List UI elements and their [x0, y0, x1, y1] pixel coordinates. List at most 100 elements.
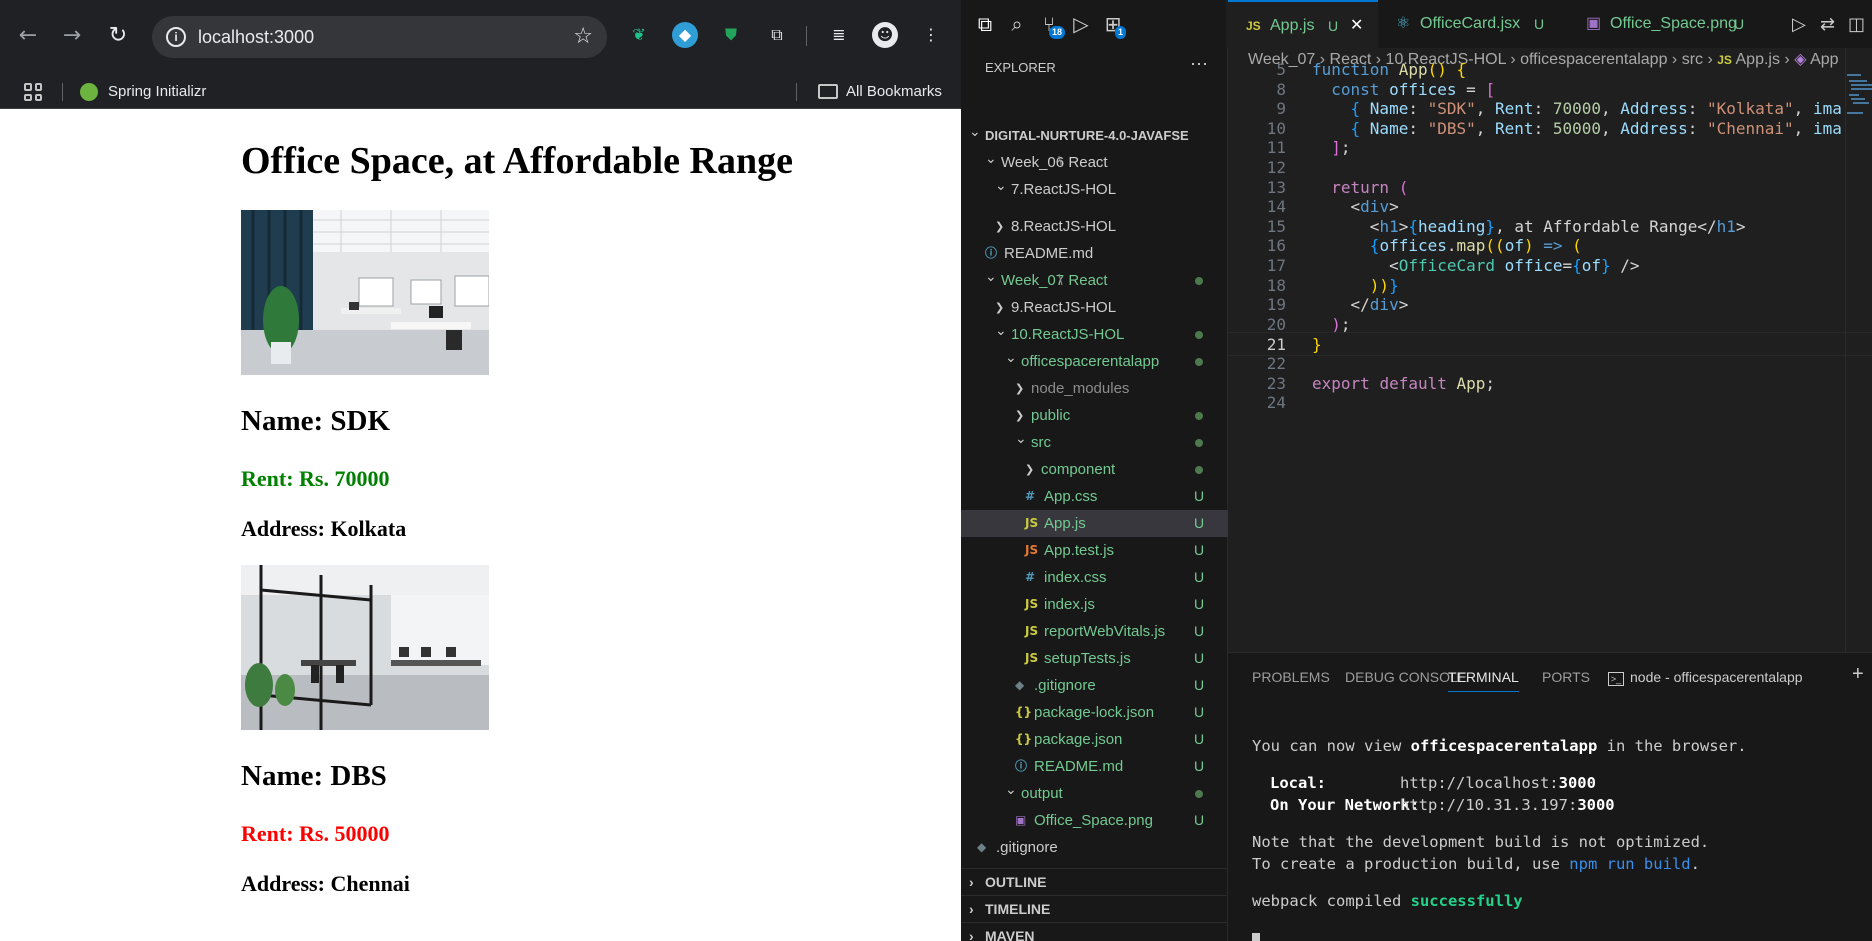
minimap[interactable] [1845, 72, 1872, 132]
tree-folder[interactable]: ⌄ DIGITAL-NURTURE-4.0-JAVAFSE [961, 122, 1228, 149]
tree-file[interactable]: {} package-lock.json U [961, 699, 1228, 726]
tree-folder[interactable]: ❯ public [961, 402, 1228, 429]
tree-folder[interactable]: ❯ node_modules [961, 375, 1228, 402]
media-control-icon[interactable]: ≣ [826, 22, 852, 48]
office-name: Name: DBS [241, 760, 387, 792]
tree-label: App.js [1044, 515, 1086, 532]
git-status-badge: U [1194, 704, 1205, 720]
tree-folder[interactable]: ⌄ output [961, 780, 1228, 807]
folder-icon [818, 84, 838, 99]
tree-folder[interactable]: ⌄ src [961, 429, 1228, 456]
tree-file[interactable]: JS setupTests.js U [961, 645, 1228, 672]
tree-file[interactable]: ⓘ README.md U [961, 753, 1228, 780]
chevron-down-icon: ⌄ [995, 178, 1007, 194]
puzzle-extensions-icon[interactable]: ⧉ [764, 22, 790, 48]
terminal-icon: >_ [1608, 672, 1624, 686]
modified-dot [1195, 439, 1203, 447]
modified-dot [1195, 466, 1203, 474]
tree-label: package-lock.json [1034, 704, 1155, 721]
tab-office-space-png[interactable]: ▣ Office_Space.png U [1568, 0, 1758, 48]
bookmark-spring-initializr[interactable]: Spring Initializr [108, 83, 206, 100]
outline-section[interactable]: › OUTLINE [961, 868, 1228, 895]
editor-tabs: JS App.js U ✕ ⚛ OfficeCard.jsx U ▣ Offic… [1228, 0, 1872, 48]
tree-folder[interactable]: ❯ component [961, 456, 1228, 483]
tab-ports[interactable]: PORTS [1542, 669, 1590, 685]
tree-folder[interactable]: ⌄ Week_07 \ React [961, 267, 1228, 294]
apps-grid-icon[interactable] [24, 83, 42, 101]
reload-icon[interactable]: ↻ [102, 20, 134, 52]
search-icon[interactable]: ⌕ [1003, 10, 1031, 38]
leaf-extension-icon[interactable]: ❦ [626, 22, 652, 48]
git-status-badge: U [1194, 623, 1205, 639]
tree-file[interactable]: JS App.js U [961, 510, 1228, 537]
tree-file[interactable]: JS reportWebVitals.js U [961, 618, 1228, 645]
address-bar[interactable]: i localhost:3000 ☆ [152, 16, 607, 58]
git-status-badge: U [1194, 731, 1205, 747]
tree-file[interactable]: ◆ .gitignore U [961, 672, 1228, 699]
tree-folder[interactable]: ❯ 8.ReactJS-HOL [961, 213, 1228, 240]
office-photo [241, 210, 489, 375]
site-info-icon[interactable]: i [166, 27, 186, 47]
tab-terminal[interactable]: TERMINAL [1448, 669, 1519, 692]
activity-bar: ⧉ ⌕ ⑂ 18 ▷ ⊞ 1 [961, 0, 1226, 48]
drop-extension-icon[interactable]: ◆ [672, 22, 698, 48]
office-card: Name: SDK Rent: Rs. 70000 Address: Kolka… [241, 210, 641, 560]
tree-label: index.js [1044, 596, 1095, 613]
bookmark-star-icon[interactable]: ☆ [573, 24, 593, 49]
tree-label: index.css [1044, 569, 1107, 586]
compare-changes-icon[interactable]: ⇄ [1820, 14, 1835, 35]
terminal-line: On Your Network: [1270, 796, 1420, 814]
explorer-files-icon[interactable]: ⧉ [971, 10, 999, 38]
tree-folder[interactable]: ❯ 9.ReactJS-HOL [961, 294, 1228, 321]
git-status-badge: U [1194, 677, 1205, 693]
all-bookmarks[interactable]: All Bookmarks [846, 83, 942, 100]
tree-label: src [1031, 434, 1051, 451]
tree-file[interactable]: ◆ .gitignore [961, 834, 1228, 861]
tree-file[interactable]: # App.css U [961, 483, 1228, 510]
maven-section[interactable]: › MAVEN [961, 922, 1228, 941]
tab-problems[interactable]: PROBLEMS [1252, 669, 1330, 685]
forward-icon[interactable]: → [56, 20, 88, 52]
shield-extension-icon[interactable]: ⛊ [718, 22, 744, 48]
run-icon[interactable]: ▷ [1792, 14, 1806, 35]
terminal-line: You can now view officespacerentalapp in… [1252, 737, 1747, 755]
tree-label: React [1068, 154, 1108, 171]
tree-file[interactable]: JS App.test.js U [961, 537, 1228, 564]
menu-kebab-icon[interactable]: ⋮ [918, 22, 944, 48]
modified-dot [1195, 277, 1203, 285]
tree-file[interactable]: {} package.json U [961, 726, 1228, 753]
tree-file[interactable]: ⓘ README.md [961, 240, 1228, 267]
code-editor[interactable]: Week_07 › React › 10.ReactJS-HOL › offic… [1228, 48, 1872, 652]
tab-officecard-jsx[interactable]: ⚛ OfficeCard.jsx U [1378, 0, 1568, 48]
tree-folder[interactable]: ⌄ 7.ReactJS-HOL [961, 176, 1228, 203]
bookmarks-bar: Spring Initializr All Bookmarks [0, 75, 961, 109]
terminal-selector[interactable]: >_ node - officespacerentalapp [1608, 669, 1803, 686]
editor-scrollbar[interactable] [1845, 48, 1846, 652]
browser-toolbar: ← → ↻ i localhost:3000 ☆ ❦ ◆ ⛊ ⧉ ≣ ☻ ⋮ [0, 0, 961, 75]
tree-folder[interactable]: ⌄ officespacerentalapp [961, 348, 1228, 375]
url-text[interactable]: localhost:3000 [198, 27, 314, 48]
run-debug-icon[interactable]: ▷ [1067, 10, 1095, 38]
tree-file[interactable]: # index.css U [961, 564, 1228, 591]
more-actions-icon[interactable]: ⋯ [1190, 54, 1208, 75]
chevron-down-icon: ⌄ [1005, 782, 1017, 798]
explorer-sidebar: EXPLORER ⋯ ⌄ DIGITAL-NURTURE-4.0-JAVAFSE ⌄… [961, 48, 1228, 941]
toolbar-divider [806, 26, 807, 46]
chevron-right-icon: ❯ [995, 301, 1005, 314]
split-editor-icon[interactable]: ◫ [1848, 14, 1865, 35]
terminal-cursor [1252, 933, 1260, 941]
back-icon[interactable]: ← [12, 20, 44, 52]
tree-file[interactable]: JS index.js U [961, 591, 1228, 618]
profile-avatar[interactable]: ☻ [872, 22, 898, 48]
git-status-badge: U [1194, 812, 1205, 828]
tab-app-js[interactable]: JS App.js U ✕ [1228, 0, 1378, 48]
timeline-section[interactable]: › TIMELINE [961, 895, 1228, 922]
bookmark-divider [62, 83, 63, 101]
tree-file[interactable]: ▣ Office_Space.png U [961, 807, 1228, 834]
tree-folder[interactable]: ⌄ 10.ReactJS-HOL [961, 321, 1228, 348]
modified-dot [1195, 412, 1203, 420]
close-tab-icon[interactable]: ✕ [1350, 2, 1363, 50]
code-line[interactable]: 24 [1228, 391, 1872, 415]
tree-folder[interactable]: ⌄ Week_06 \ React [961, 149, 1228, 176]
new-terminal-icon[interactable]: + [1852, 663, 1864, 686]
